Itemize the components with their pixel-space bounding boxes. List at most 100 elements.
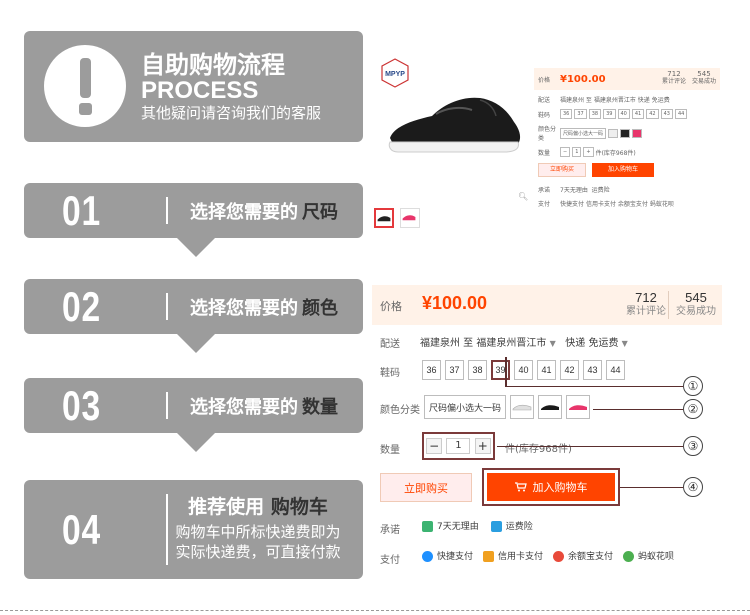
mini-payment-item: 蚂蚁花呗 <box>649 201 674 208</box>
huabei-icon <box>623 551 635 562</box>
promise-item[interactable]: 运费险 <box>490 519 533 532</box>
divider <box>166 392 168 419</box>
mini-price-label: 价格 <box>538 76 551 84</box>
mini-sales-count: 545 <box>697 70 711 78</box>
payment-item[interactable]: 快捷支付 <box>422 549 473 562</box>
mini-size-option[interactable]: 36 <box>560 109 573 119</box>
reviews-count: 712 <box>635 290 657 305</box>
mini-destination[interactable]: 福建泉州晋江市 <box>594 95 636 104</box>
step-text: 推荐使用 购物车 购物车中所标快递费即为 实际快递费，可直接付款 <box>158 494 358 562</box>
zoom-icon[interactable]: 🔍︎ <box>518 192 528 201</box>
size-option[interactable]: 43 <box>583 360 602 380</box>
sales-count: 545 <box>685 290 707 305</box>
payment-item[interactable]: 信用卡支付 <box>483 549 543 562</box>
size-label: 鞋码 <box>380 368 400 379</box>
buy-now-button[interactable]: 立即购买 <box>380 473 472 502</box>
mini-swatch-pink[interactable] <box>632 128 643 138</box>
payment-label: 支付 <box>380 555 400 566</box>
plus-icon[interactable]: + <box>474 438 491 454</box>
add-to-cart-label: 加入购物车 <box>532 481 588 494</box>
shoe-image[interactable] <box>384 86 524 160</box>
step-text: 选择您需要的 颜色 <box>190 279 338 334</box>
minus-icon[interactable]: − <box>426 438 443 454</box>
mini-payment-item: 余额宝支付 <box>617 201 648 208</box>
thumbnail-black-shoe[interactable] <box>374 208 394 228</box>
mini-reviews-count: 712 <box>667 70 681 78</box>
mini-shipping[interactable]: 快递 免运费 <box>638 95 670 104</box>
mini-size-option[interactable]: 38 <box>588 109 602 119</box>
size-option[interactable]: 37 <box>445 360 464 380</box>
mini-size-option[interactable]: 40 <box>617 109 630 119</box>
thumbnail-pink-shoe[interactable] <box>400 208 420 228</box>
step-04-panel: 04 推荐使用 购物车 购物车中所标快递费即为 实际快递费，可直接付款 <box>24 480 363 579</box>
mini-stock: 件(库存968件) <box>595 149 636 157</box>
mini-buy-now-button[interactable]: 立即购买 <box>538 163 586 177</box>
chevron-down-icon[interactable]: ▼ <box>550 339 556 348</box>
payment-item[interactable]: 余额宝支付 <box>553 549 613 562</box>
mini-purchase-panel: 价格 ¥100.00 712 累计评论 545 交易成功 配送 福建泉州 至 福建泉… <box>534 68 720 208</box>
price-label: 价格 <box>380 300 402 313</box>
mini-stats: 712 累计评论 545 交易成功 <box>662 70 716 86</box>
payment-text: 快捷支付 <box>437 552 474 562</box>
step-01-panel: 01 选择您需要的 尺码 <box>24 183 363 257</box>
size-option[interactable]: 36 <box>422 360 441 380</box>
size-option[interactable]: 42 <box>560 360 579 380</box>
mini-quantity-label: 数量 <box>538 149 551 157</box>
product-overview-thumbnail: MPYP 🔍︎ 价格 ¥100.00 712 累计评论 545 交易成功 配送 福建… <box>372 52 722 238</box>
color-swatch-black[interactable] <box>538 395 563 419</box>
mini-qty-plus[interactable]: + <box>583 147 594 157</box>
mini-qty-value[interactable]: 1 <box>572 147 582 157</box>
mini-size-option[interactable]: 39 <box>603 109 616 119</box>
size-option[interactable]: 40 <box>514 360 533 380</box>
mini-color-option[interactable]: 尺码偏小选大一码 <box>560 127 607 139</box>
mini-swatch-white[interactable] <box>608 128 619 138</box>
callout-3: ③ <box>683 436 703 456</box>
mini-qty-minus[interactable]: − <box>560 147 571 157</box>
color-label: 颜色分类 <box>380 405 420 416</box>
mini-promise-item: 7天无理由 <box>560 187 588 194</box>
step-text: 选择您需要的 数量 <box>190 378 338 433</box>
down-arrow-icon <box>176 333 216 353</box>
color-swatch-white[interactable] <box>510 395 535 419</box>
add-to-cart-button[interactable]: 加入购物车 <box>487 473 615 501</box>
color-option-text[interactable]: 尺码偏小选大一码 <box>424 395 507 419</box>
credit-card-icon <box>483 551 495 562</box>
mini-size-option[interactable]: 44 <box>675 109 688 119</box>
destination-select[interactable]: 福建泉州晋江市 <box>476 338 546 349</box>
mini-swatch-black[interactable] <box>620 128 631 138</box>
payment-text: 信用卡支付 <box>498 552 544 562</box>
payment-list: 快捷支付 信用卡支付 余额宝支付 蚂蚁花呗 <box>422 549 674 562</box>
chevron-down-icon[interactable]: ▼ <box>622 339 628 348</box>
size-option[interactable]: 38 <box>468 360 487 380</box>
payment-text: 蚂蚁花呗 <box>638 552 675 562</box>
payment-item[interactable]: 蚂蚁花呗 <box>623 549 674 562</box>
mini-delivery-row: 配送 福建泉州 至 福建泉州晋江市 快递 免运费 <box>534 95 720 104</box>
mini-size-option[interactable]: 41 <box>631 109 645 119</box>
step-description-2: 实际快递费，可直接付款 <box>175 543 341 561</box>
step-number: 01 <box>62 186 101 234</box>
payment-text: 余额宝支付 <box>568 552 614 562</box>
color-swatch-pink[interactable] <box>566 395 591 419</box>
mini-reviews-label: 累计评论 <box>661 78 686 85</box>
size-option-selected[interactable]: 39 <box>491 360 510 380</box>
callout-line-3 <box>497 446 683 447</box>
promise-item[interactable]: 7天无理由 <box>422 519 479 532</box>
reviews-stat[interactable]: 712 累计评论 <box>620 290 672 319</box>
size-options: 36 37 38 39 40 41 42 43 44 <box>422 360 625 380</box>
mini-add-to-cart-button[interactable]: 加入购物车 <box>592 163 654 177</box>
mini-size-option[interactable]: 42 <box>646 109 659 119</box>
size-option[interactable]: 44 <box>606 360 625 380</box>
mini-color-row: 颜色分类 尺码偏小选大一码 <box>534 124 720 142</box>
step-keyword: 数量 <box>302 396 338 418</box>
quantity-input[interactable]: 1 <box>446 438 471 454</box>
mini-size-option[interactable]: 37 <box>574 109 587 119</box>
down-arrow-icon <box>176 237 216 257</box>
shipping-select[interactable]: 快递 免运费 <box>565 338 618 349</box>
quick-pay-icon <box>422 551 433 562</box>
mini-color-label: 颜色分类 <box>538 126 557 142</box>
callout-line-4 <box>620 487 683 488</box>
mini-size-option[interactable]: 43 <box>660 109 673 119</box>
size-option[interactable]: 41 <box>537 360 556 380</box>
mini-payment-item: 快捷支付 <box>560 201 585 208</box>
brand-logo: MPYP <box>381 58 409 88</box>
